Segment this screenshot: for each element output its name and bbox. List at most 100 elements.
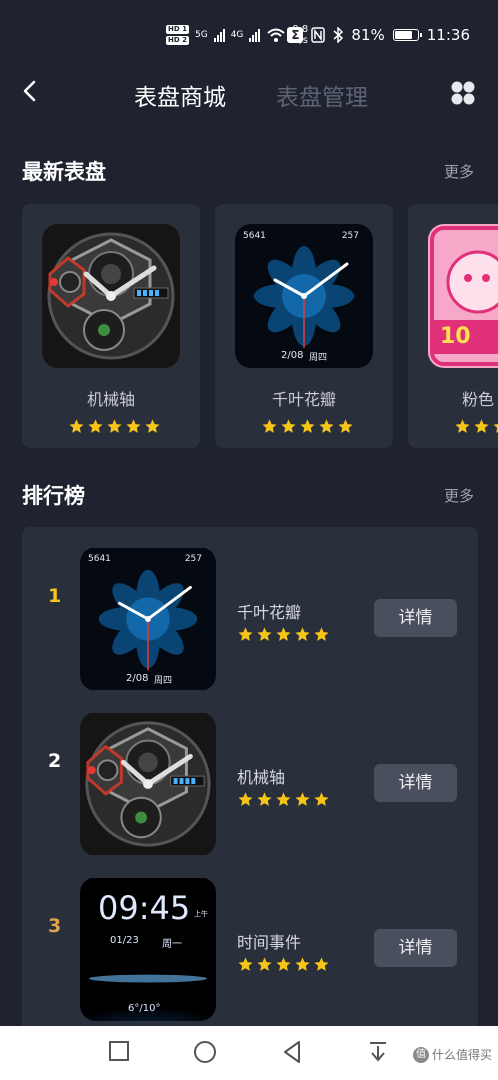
star-icon bbox=[493, 424, 498, 433]
tab-watchface-manage[interactable]: 表盘管理 bbox=[276, 78, 368, 112]
mechanical-face-art bbox=[42, 224, 180, 368]
newest-card-mechanical[interactable]: 机械轴 bbox=[22, 204, 200, 448]
petal-heart: 257 bbox=[341, 231, 359, 241]
rank-item-name: 时间事件 bbox=[237, 933, 302, 952]
mechanical-watchface-thumbnail[interactable] bbox=[80, 712, 216, 856]
star-icon bbox=[319, 419, 334, 433]
rating-stars bbox=[68, 418, 161, 435]
hd1-badge: HD 1 bbox=[166, 25, 189, 34]
star-icon bbox=[455, 419, 470, 433]
mechanical-face-art bbox=[80, 713, 216, 855]
rating-stars bbox=[237, 956, 330, 973]
newest-more-link[interactable]: 更多 bbox=[444, 161, 474, 182]
event-time: 09:45 bbox=[98, 889, 191, 927]
star-icon bbox=[295, 627, 310, 641]
event-weekday: 周一 bbox=[162, 939, 182, 950]
status-right: Σ 81% 11:36 bbox=[287, 26, 470, 44]
battery-icon bbox=[392, 29, 422, 41]
ranking-section-title: 排行榜 bbox=[22, 484, 85, 508]
star-icon bbox=[126, 419, 141, 433]
header: 表盘商城 表盘管理 bbox=[0, 62, 498, 122]
rating-stars bbox=[261, 418, 354, 435]
battery-percent: 81% bbox=[351, 26, 385, 44]
petal-date: 2/08 bbox=[126, 673, 149, 684]
details-button[interactable]: 详情 bbox=[374, 929, 457, 967]
sigma-app-icon: Σ bbox=[287, 27, 304, 43]
ranking-row[interactable]: 1 5641 257 2/08 周四 千叶花瓣 详情 bbox=[22, 527, 478, 690]
pink-watchface-thumbnail[interactable]: 10 bbox=[428, 224, 498, 368]
petal-weekday: 周四 bbox=[309, 353, 328, 363]
petal-watchface-thumbnail[interactable]: 5641 257 2/08 周四 bbox=[235, 224, 373, 368]
petal-face-art bbox=[235, 224, 373, 368]
star-icon bbox=[88, 419, 103, 433]
back-icon[interactable] bbox=[18, 76, 42, 106]
signal-4g-icon bbox=[249, 28, 261, 42]
ranking-more-link[interactable]: 更多 bbox=[444, 485, 474, 506]
grid-icon[interactable] bbox=[450, 80, 476, 106]
details-button[interactable]: 详情 bbox=[374, 764, 457, 802]
petal-watchface-thumbnail[interactable]: 5641 257 2/08 周四 bbox=[80, 547, 216, 691]
star-icon bbox=[276, 627, 291, 641]
nfc-icon bbox=[311, 27, 326, 43]
mechanical-watchface-thumbnail[interactable] bbox=[42, 224, 180, 368]
star-icon bbox=[314, 627, 329, 641]
ranking-row[interactable]: 3 09:45 上午 01/23 周一 6°/10° 时间事件 详情 bbox=[22, 857, 478, 1021]
star-icon bbox=[314, 792, 329, 806]
status-bar: HD 1 HD 2 5G 4G 9.8 K/s Σ 81% bbox=[0, 0, 498, 60]
newest-card-pink[interactable]: 10 粉色 bbox=[408, 204, 498, 448]
newest-card-name: 粉色 bbox=[462, 390, 495, 409]
pink-face-text: 10 bbox=[440, 324, 471, 349]
star-icon bbox=[276, 792, 291, 806]
rank-number: 3 bbox=[48, 915, 62, 937]
star-icon bbox=[238, 792, 253, 806]
triangle-back-icon[interactable] bbox=[281, 1040, 303, 1064]
newest-section-title: 最新表盘 bbox=[22, 160, 106, 184]
details-button[interactable]: 详情 bbox=[374, 599, 457, 637]
star-icon bbox=[257, 792, 272, 806]
wifi-icon bbox=[267, 28, 286, 42]
star-icon bbox=[474, 419, 489, 433]
signal-5g-label: 5G bbox=[194, 30, 208, 40]
petal-heart: 257 bbox=[184, 554, 202, 564]
star-icon bbox=[281, 419, 296, 433]
star-icon bbox=[69, 419, 84, 433]
square-icon[interactable] bbox=[108, 1040, 130, 1062]
petal-steps: 5641 bbox=[243, 231, 266, 241]
star-icon bbox=[238, 627, 253, 641]
rank-number: 1 bbox=[48, 585, 62, 607]
event-ampm: 上午 bbox=[194, 910, 208, 918]
petal-face-art bbox=[80, 548, 216, 690]
watermark-badge: 值 bbox=[412, 1046, 429, 1063]
star-icon bbox=[295, 957, 310, 971]
hd-badges: HD 1 HD 2 bbox=[166, 25, 189, 45]
system-nav-bar: 值 什么值得买 bbox=[0, 1026, 498, 1080]
event-watchface-thumbnail[interactable]: 09:45 上午 01/23 周一 6°/10° bbox=[80, 877, 216, 1021]
ranking-row[interactable]: 2 机械轴 详情 bbox=[22, 692, 478, 855]
petal-steps: 5641 bbox=[88, 554, 111, 564]
rating-stars bbox=[237, 791, 330, 808]
petal-date: 2/08 bbox=[281, 350, 304, 361]
newest-card-petal[interactable]: 5641 257 2/08 周四 千叶花瓣 bbox=[215, 204, 393, 448]
status-time: 11:36 bbox=[426, 26, 470, 44]
star-icon bbox=[257, 627, 272, 641]
rank-number: 2 bbox=[48, 750, 62, 772]
event-temperature: 6°/10° bbox=[128, 1003, 161, 1014]
rating-stars bbox=[454, 418, 498, 435]
star-icon bbox=[314, 957, 329, 971]
tab-watchface-store[interactable]: 表盘商城 bbox=[134, 78, 226, 112]
newest-carousel[interactable]: 机械轴 5641 257 2/08 周四 千叶花瓣 10 粉色 bbox=[22, 204, 498, 448]
ranking-list: 1 5641 257 2/08 周四 千叶花瓣 详情 2 机械轴 详情 3 09… bbox=[22, 527, 478, 1080]
circle-icon[interactable] bbox=[193, 1040, 217, 1064]
rank-item-name: 千叶花瓣 bbox=[237, 603, 302, 622]
petal-weekday: 周四 bbox=[154, 676, 173, 686]
star-icon bbox=[238, 957, 253, 971]
star-icon bbox=[145, 419, 160, 433]
signal-5g-icon bbox=[213, 28, 225, 42]
event-date: 01/23 bbox=[110, 935, 139, 946]
star-icon bbox=[338, 419, 353, 433]
bluetooth-icon bbox=[333, 27, 344, 43]
newest-card-name: 千叶花瓣 bbox=[271, 390, 336, 409]
hd2-badge: HD 2 bbox=[166, 36, 189, 45]
down-arrow-icon[interactable] bbox=[367, 1040, 389, 1064]
star-icon bbox=[276, 957, 291, 971]
